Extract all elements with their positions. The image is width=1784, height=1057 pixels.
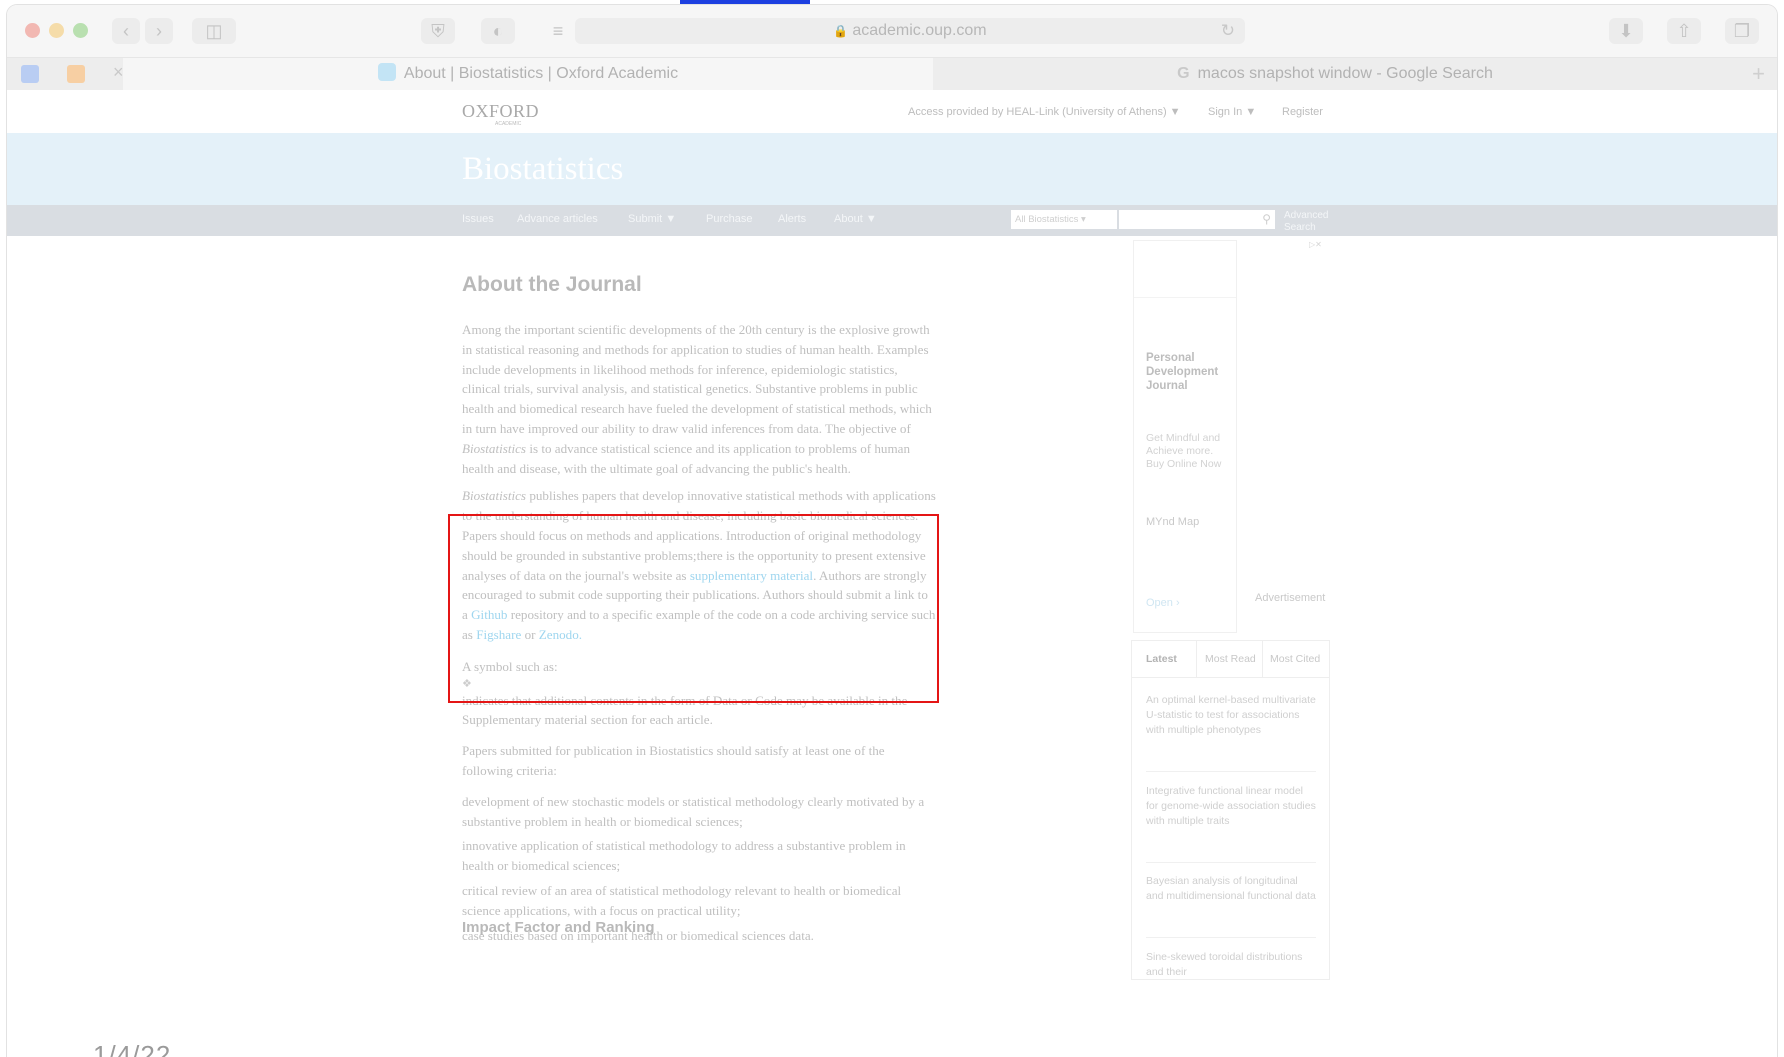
articles-tab-list: Latest Most Read Most Cited (1132, 641, 1329, 678)
favicon-icon (377, 63, 396, 81)
minimize-window-button[interactable] (49, 23, 64, 38)
tab-title: macos snapshot window - Google Search (1197, 65, 1493, 82)
journal-title[interactable]: Biostatistics (462, 151, 623, 188)
nav-alerts[interactable]: Alerts (778, 213, 806, 225)
institution-access[interactable]: Access provided by HEAL-Link (University… (908, 106, 1181, 118)
caret-down-icon: ▼ (1245, 106, 1257, 118)
adchoices-icon[interactable]: ▷✕ (1309, 240, 1322, 249)
tab-google-search[interactable]: Gmacos snapshot window - Google Search (935, 58, 1735, 90)
share-icon: ⇧ (1676, 21, 1692, 41)
journal-banner: Biostatistics (7, 133, 1777, 205)
sign-in-label: Sign In (1208, 106, 1243, 118)
site-top-bar: OXFORD ACADEMIC Access provided by HEAL-… (7, 90, 1777, 133)
close-window-button[interactable] (25, 23, 40, 38)
nav-issues[interactable]: Issues (462, 213, 494, 225)
shield-icon: ⛨ (431, 21, 445, 41)
download-icon: ⬇ (1618, 21, 1634, 41)
red-highlight-box (448, 514, 939, 703)
register-link[interactable]: Register (1282, 106, 1323, 118)
close-icon[interactable]: × (113, 62, 124, 83)
share-button[interactable]: ⇧ (1667, 18, 1701, 44)
intro-text: Among the important scientific developme… (462, 322, 932, 436)
search-icon[interactable]: ⚲ (1262, 210, 1271, 229)
sign-in-link[interactable]: Sign In ▼ (1208, 106, 1256, 118)
journal-name-italic: Biostatistics (462, 488, 527, 504)
ad-image-area (1134, 241, 1236, 298)
nav-about-label: About (834, 213, 863, 225)
journal-name-italic: Biostatistics (462, 440, 527, 456)
tab-overview-button[interactable]: ❐ (1725, 18, 1759, 44)
privacy-extension-button[interactable]: ⛨ (421, 18, 455, 44)
zoom-window-button[interactable] (73, 23, 88, 38)
tracker-blocker-button[interactable]: ◐ (481, 18, 515, 44)
browser-toolbar: ‹ › ◫ ⛨ ◐ ≡ 🔒 academic.oup.com ↻ ⬇ ⇧ ❐ (7, 5, 1777, 57)
browser-window: ‹ › ◫ ⛨ ◐ ≡ 🔒 academic.oup.com ↻ ⬇ ⇧ ❐ × … (7, 5, 1777, 1057)
search-input[interactable]: ⚲ (1119, 210, 1275, 229)
criteria-item: critical review of an area of statistica… (462, 882, 902, 918)
sidebar-toggle-button[interactable]: ◫ (192, 18, 236, 44)
nav-purchase[interactable]: Purchase (706, 213, 752, 225)
article-link[interactable]: Sine-skewed toroidal distributions and t… (1146, 950, 1316, 980)
chevron-left-icon: ‹ (123, 21, 129, 41)
access-text: Access provided by HEAL-Link (University… (908, 106, 1167, 118)
intro-paragraph: Among the important scientific developme… (462, 320, 936, 478)
search-scope-select[interactable]: All Biostatistics ▾ (1011, 210, 1117, 229)
date-stamp: 1/4/22 (93, 1040, 172, 1057)
address-url: academic.oup.com (852, 22, 987, 39)
impact-heading: Impact Factor and Ranking (462, 919, 655, 936)
tab-latest[interactable]: Latest (1146, 653, 1177, 665)
web-page: OXFORD ACADEMIC Access provided by HEAL-… (7, 90, 1777, 1057)
intro-text-end: is to advance statistical science and it… (462, 440, 911, 476)
search-scope-value: All Biostatistics (1015, 214, 1079, 225)
reader-view-button[interactable]: ≡ (541, 18, 575, 44)
criteria-item: development of new stochastic models or … (462, 793, 925, 829)
advertisement-box[interactable]: Personal Development Journal Get Mindful… (1133, 240, 1237, 633)
caret-down-icon: ▼ (1169, 106, 1181, 118)
criteria-item: innovative application of statistical me… (462, 838, 906, 874)
downloads-button[interactable]: ⬇ (1609, 18, 1643, 44)
reload-icon[interactable]: ↻ (1221, 18, 1235, 44)
google-icon: G (1177, 65, 1190, 82)
tabs-icon: ❐ (1733, 21, 1751, 41)
lock-icon: 🔒 (833, 24, 849, 38)
pinned-tab-calendar[interactable] (21, 65, 39, 83)
ad-open-button[interactable]: Open › (1146, 597, 1180, 609)
caret-down-icon: ▾ (1081, 214, 1086, 225)
nav-submit-label: Submit (628, 213, 663, 225)
sidebar-icon: ◫ (205, 21, 223, 41)
caret-down-icon: ▼ (865, 213, 877, 225)
caret-down-icon: ▼ (665, 213, 677, 225)
oxford-logo-sub: ACADEMIC (495, 121, 522, 127)
articles-tab-panel: Latest Most Read Most Cited An optimal k… (1131, 640, 1330, 980)
half-shield-icon: ◐ (492, 21, 504, 41)
journal-nav: Issues Advance articles Submit ▼ Purchas… (7, 205, 1777, 236)
ad-title[interactable]: Personal Development Journal (1146, 351, 1232, 393)
address-bar[interactable]: 🔒 academic.oup.com ↻ (575, 18, 1245, 44)
article-link[interactable]: Integrative functional linear model for … (1146, 784, 1316, 829)
nav-submit[interactable]: Submit ▼ (628, 213, 676, 225)
reader-icon: ≡ (552, 21, 564, 41)
nav-about[interactable]: About ▼ (834, 213, 877, 225)
ad-text: Get Mindful and Achieve more. Buy Online… (1146, 432, 1222, 470)
new-tab-button[interactable]: + (1752, 58, 1765, 90)
pinned-tab-2[interactable] (67, 65, 85, 83)
back-button[interactable]: ‹ (112, 18, 140, 44)
tab-most-cited[interactable]: Most Cited (1270, 653, 1320, 665)
advertisement-label: Advertisement (1255, 592, 1326, 604)
page-heading: About the Journal (462, 273, 642, 296)
oxford-logo[interactable]: OXFORD (462, 101, 539, 122)
article-link[interactable]: An optimal kernel-based multivariate U-s… (1146, 693, 1316, 738)
tab-most-read[interactable]: Most Read (1205, 653, 1256, 665)
criteria-intro: Papers submitted for publication in Bios… (462, 743, 885, 778)
forward-button[interactable]: › (145, 18, 173, 44)
article-link[interactable]: Bayesian analysis of longitudinal and mu… (1146, 874, 1316, 904)
tab-bar: × About | Biostatistics | Oxford Academi… (7, 57, 1777, 91)
chevron-right-icon: › (156, 21, 162, 41)
nav-advance-articles[interactable]: Advance articles (517, 213, 598, 225)
tab-title: About | Biostatistics | Oxford Academic (403, 65, 679, 82)
tab-oxford-academic[interactable]: About | Biostatistics | Oxford Academic (123, 58, 933, 90)
ad-brand: MYnd Map (1146, 516, 1200, 528)
advanced-search-link[interactable]: Advanced Search (1284, 210, 1344, 234)
